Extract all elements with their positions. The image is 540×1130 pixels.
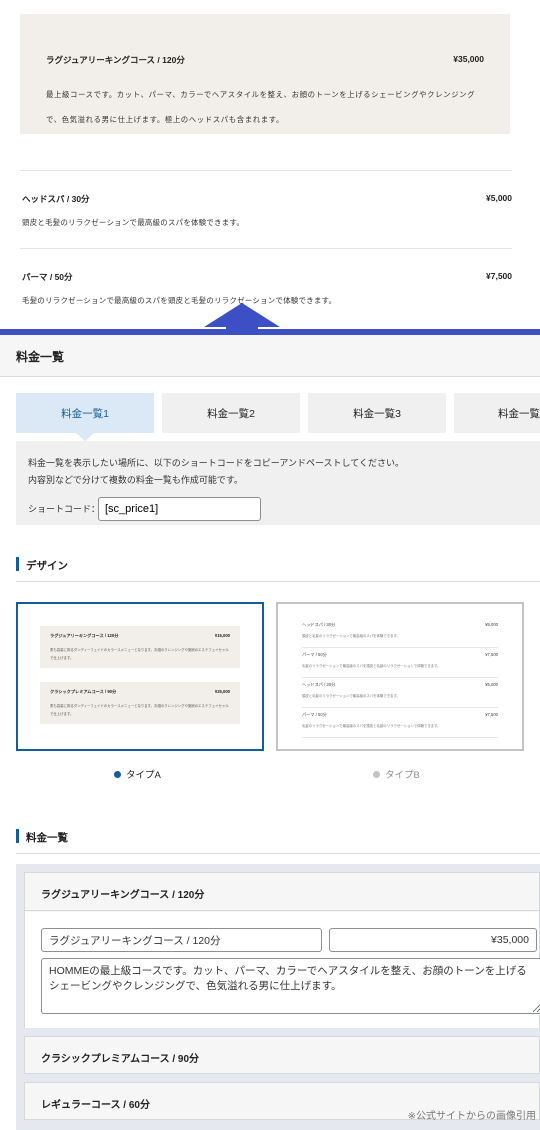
tab-price-list-4[interactable]: 料金一覧	[454, 393, 540, 433]
mini-row: ヘッドスパ / 30分 ¥5,000 頭皮と毛髪のリラクゼーションで最高級のスパ…	[302, 618, 498, 648]
mini-name: パーマ / 50分	[302, 712, 327, 717]
design-type-b-radio[interactable]: タイプB	[373, 767, 420, 781]
mini-row: パーマ / 50分 ¥7,500 毛髪のリラクゼーションで最高級のスパを頭皮と毛…	[302, 648, 498, 678]
featured-course-price: ¥35,000	[453, 54, 484, 64]
course-accordion-item: ラグジュアリーキングコース / 120分 HOMMEの最上級コースです。カット、…	[24, 872, 540, 1028]
design-heading: デザイン	[26, 560, 68, 572]
course-accordion-list: ラグジュアリーキングコース / 120分 HOMMEの最上級コースです。カット、…	[16, 864, 540, 1130]
accordion-body: HOMMEの最上級コースです。カット、パーマ、カラーでヘアスタイルを整え、お顔の…	[25, 912, 540, 1028]
mini-price: ¥15,000	[214, 633, 230, 638]
price-item-price: ¥7,500	[486, 271, 512, 281]
section-marker	[16, 829, 19, 843]
mini-name: パーマ / 50分	[302, 652, 327, 657]
mini-price: ¥25,000	[214, 689, 230, 694]
course-price-field[interactable]	[329, 928, 537, 952]
page-title: 料金一覧	[16, 350, 65, 364]
design-type-a-card[interactable]: ラグジュアリーキングコース / 120分 ¥15,000 男も容姿に拘るダンディ…	[16, 602, 264, 751]
list-section-title: 料金一覧	[16, 826, 540, 854]
section-marker	[16, 557, 19, 571]
mini-name: ラグジュアリーキングコース / 120分	[50, 633, 119, 638]
shortcode-help-line2: 内容別などで分けて複数の料金一覧も作成可能です。	[28, 475, 243, 485]
mini-name: ヘッドスパ / 30分	[302, 682, 336, 687]
accordion-title: ラグジュアリーキングコース / 120分	[41, 890, 205, 901]
mini-price: ¥7,500	[485, 652, 498, 657]
shortcode-help: 料金一覧を表示したい場所に、以下のショートコードをコピーアンドペーストしてくださ…	[28, 455, 404, 489]
price-item: ヘッドスパ / 30分 ¥5,000 頭皮と毛髪のリラクゼーションで最高級のスパ…	[20, 170, 512, 248]
course-accordion-item[interactable]: クラシックプレミアムコース / 90分	[24, 1036, 540, 1074]
accordion-title: クラシックプレミアムコース / 90分	[41, 1054, 200, 1065]
price-list-tabs: 料金一覧1 料金一覧2 料金一覧3 料金一覧	[16, 393, 540, 441]
shortcode-field[interactable]	[98, 497, 261, 521]
radio-selected-icon	[114, 770, 121, 778]
mini-desc: 毛髪のリラクゼーションで最高級のスパを頭皮と毛髪のリラクゼーションで体験できます…	[302, 664, 441, 668]
design-section-title: デザイン	[16, 554, 540, 582]
mini-price: ¥5,000	[485, 682, 498, 687]
tab-price-list-1[interactable]: 料金一覧1	[16, 393, 154, 441]
mini-price: ¥5,000	[485, 622, 498, 627]
mini-row: ヘッドスパ / 30分 ¥5,000 頭皮と毛髪のリラクゼーションで最高級のスパ…	[302, 678, 498, 708]
mini-desc: 男も容姿に拘るダンディーフェイドのカラースメニューとなります。お顔のクレンジング…	[50, 648, 229, 660]
tab-price-list-2[interactable]: 料金一覧2	[162, 393, 300, 433]
featured-course-name: ラグジュアリーキングコース / 120分	[46, 55, 185, 65]
admin-settings: 料金一覧 料金一覧1 料金一覧2 料金一覧3 料金一覧 料金一覧を表示したい場所…	[0, 335, 540, 1130]
price-item-name: ヘッドスパ / 30分	[22, 194, 90, 204]
featured-course-box: ラグジュアリーキングコース / 120分 ¥35,000 最上級コースです。カッ…	[20, 14, 510, 134]
price-item-name: パーマ / 50分	[22, 272, 73, 282]
mini-price: ¥7,500	[485, 712, 498, 717]
price-list-preview: ラグジュアリーキングコース / 120分 ¥35,000 最上級コースです。カッ…	[0, 0, 540, 332]
design-type-a-radio[interactable]: タイプA	[114, 767, 161, 781]
admin-header: 料金一覧	[0, 335, 540, 377]
price-item-desc: 毛髪のリラクゼーションで最高級のスパを頭皮と毛髪のリラクゼーションで体験できます…	[22, 296, 337, 305]
accordion-header[interactable]: ラグジュアリーキングコース / 120分	[25, 873, 539, 911]
price-item-price: ¥5,000	[486, 193, 512, 203]
course-desc-field[interactable]: HOMMEの最上級コースです。カット、パーマ、カラーでヘアスタイルを整え、お顔の…	[41, 958, 540, 1014]
mini-name: クラシックプレミアムコース / 90分	[50, 689, 117, 694]
shortcode-help-line1: 料金一覧を表示したい場所に、以下のショートコードをコピーアンドペーストしてくださ…	[28, 458, 405, 468]
mini-row: パーマ / 50分 ¥7,500 毛髪のリラクゼーションで最高級のスパを頭皮と毛…	[302, 708, 498, 738]
shortcode-panel: 料金一覧を表示したい場所に、以下のショートコードをコピーアンドペーストしてくださ…	[16, 441, 540, 525]
radio-unselected-icon	[373, 770, 380, 778]
design-type-b-label: タイプB	[385, 770, 420, 781]
mini-featured-box: ラグジュアリーキングコース / 120分 ¥15,000 男も容姿に拘るダンディ…	[40, 626, 240, 668]
accordion-title: レギュラーコース / 60分	[41, 1100, 150, 1111]
design-type-b-card[interactable]: ヘッドスパ / 30分 ¥5,000 頭皮と毛髪のリラクゼーションで最高級のスパ…	[276, 602, 524, 751]
mini-desc: 頭皮と毛髪のリラクゼーションで最高級のスパを体験できます。	[302, 634, 400, 638]
mini-desc: 毛髪のリラクゼーションで最高級のスパを頭皮と毛髪のリラクゼーションで体験できます…	[302, 724, 441, 728]
featured-course-desc: 最上級コースです。カット、パーマ、カラーでヘアスタイルを整え、お顔のトーンを上げ…	[46, 90, 476, 124]
price-item-desc: 頭皮と毛髪のリラクゼーションで最高級のスパを体験できます。	[22, 218, 245, 227]
tab-price-list-3[interactable]: 料金一覧3	[308, 393, 446, 433]
list-heading: 料金一覧	[26, 832, 68, 844]
shortcode-label: ショートコード：	[28, 504, 101, 514]
design-type-a-label: タイプA	[126, 770, 161, 781]
course-name-field[interactable]	[41, 928, 322, 952]
mini-featured-box: クラシックプレミアムコース / 90分 ¥25,000 男も容姿に拘るダンディー…	[40, 682, 240, 724]
mini-name: ヘッドスパ / 30分	[302, 622, 336, 627]
mini-desc: 頭皮と毛髪のリラクゼーションで最高級のスパを体験できます。	[302, 694, 400, 698]
image-credit: ※公式サイトからの画像引用	[407, 1111, 536, 1122]
mini-desc: 男も容姿に拘るダンディーフェイドのカラースメニューとなります。お顔のクレンジング…	[50, 704, 229, 716]
